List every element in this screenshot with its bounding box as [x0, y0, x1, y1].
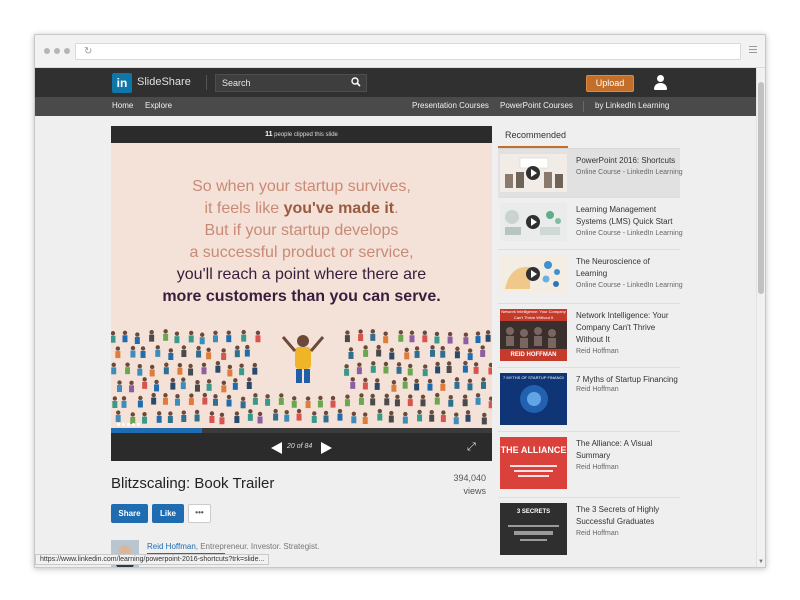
next-slide-icon[interactable]	[321, 442, 332, 454]
slide-dots	[117, 423, 140, 426]
scrollbar[interactable]: ▼	[756, 68, 765, 567]
recommended-title[interactable]: 7 Myths of Startup Financing	[576, 374, 680, 386]
play-icon	[526, 215, 540, 229]
divider	[206, 75, 207, 90]
document-title: Blitzscaling: Book Trailer	[111, 475, 275, 492]
nav-powerpoint-courses[interactable]: PowerPoint Courses	[500, 101, 573, 110]
recommended-title[interactable]: Network Intelligence: Your Company Can't…	[576, 310, 680, 346]
scroll-down-icon[interactable]: ▼	[758, 559, 764, 565]
crowd-illustration	[111, 329, 492, 425]
previous-slide-icon[interactable]	[271, 442, 282, 454]
recommended-author: Reid Hoffman	[576, 530, 619, 537]
presentation-thumbnail: 7 MYTHS OF STARTUP FINANCING	[500, 373, 567, 425]
course-thumbnail	[500, 154, 567, 192]
views-count: 394,040	[453, 473, 486, 483]
page-indicator: 20 of 84	[287, 443, 313, 450]
nav-linkedin-learning[interactable]: by LinkedIn Learning	[595, 101, 669, 110]
like-button[interactable]: Like	[152, 504, 184, 523]
thumbnail-author: REID HOFFMAN	[500, 349, 567, 361]
nav-presentation-courses[interactable]: Presentation Courses	[412, 101, 489, 110]
search-box[interactable]: Search	[215, 74, 367, 92]
browser-window: ↻ in SlideShare Search Upload Home Explo…	[34, 34, 766, 568]
recommended-item[interactable]: THE ALLIANCE The Alliance: A Visual Summ…	[498, 432, 680, 498]
nav-home[interactable]: Home	[112, 101, 133, 110]
recommended-title[interactable]: The 3 Secrets of Highly Successful Gradu…	[576, 504, 680, 528]
search-input[interactable]: Search	[222, 78, 251, 88]
browser-chrome: ↻	[35, 35, 765, 68]
share-button[interactable]: Share	[111, 504, 148, 523]
divider	[583, 101, 584, 112]
recommended-item[interactable]: The Neuroscience of Learning Online Cour…	[498, 250, 683, 304]
recommended-panel: Recommended PowerPoint 2016: Shortcuts O…	[498, 126, 683, 567]
views-label: views	[463, 486, 486, 496]
author-description: , Entrepreneur. Investor. Strategist.	[195, 542, 320, 551]
site-header: in SlideShare Search Upload	[35, 68, 756, 97]
status-url: https://www.linkedin.com/learning/powerp…	[35, 554, 270, 565]
fullscreen-icon[interactable]: ⤢	[467, 441, 476, 454]
recommended-item[interactable]: Learning Management Systems (LMS) Quick …	[498, 198, 683, 250]
thumbnail-title: 7 MYTHS OF STARTUP FINANCING	[503, 375, 564, 380]
upload-button[interactable]: Upload	[586, 75, 634, 92]
presentation-thumbnail: Network Intelligence: Your Company Can't…	[500, 309, 567, 361]
reload-icon[interactable]: ↻	[84, 46, 92, 57]
recommended-source: Online Course - LinkedIn Learning	[576, 169, 683, 176]
thumbnail-title: THE ALLIANCE	[500, 445, 567, 455]
thumbnail-title: Network Intelligence: Your Company Can't…	[500, 309, 567, 321]
play-icon	[526, 267, 540, 281]
user-icon[interactable]	[654, 75, 667, 90]
recommended-title[interactable]: The Alliance: A Visual Summary	[576, 438, 680, 462]
recommended-title[interactable]: Learning Management Systems (LMS) Quick …	[576, 204, 680, 228]
window-controls[interactable]	[44, 48, 70, 54]
play-icon	[526, 166, 540, 180]
clip-count: 11	[265, 131, 273, 138]
slide-controls: 20 of 84 ⤢	[111, 433, 492, 461]
tab-recommended[interactable]: Recommended	[498, 126, 568, 148]
recommended-item[interactable]: PowerPoint 2016: Shortcuts Online Course…	[498, 149, 683, 198]
browser-menu-icon[interactable]	[749, 46, 757, 55]
search-icon[interactable]	[351, 77, 361, 90]
thumbnail-title: 3 SECRETS	[516, 509, 551, 515]
slide-line: But if your startup develops	[204, 222, 399, 239]
recommended-author: Reid Hoffman	[576, 386, 619, 393]
slide-text: So when your startup survives, it feels …	[111, 176, 492, 308]
recommended-source: Online Course - LinkedIn Learning	[576, 282, 683, 289]
recommended-item[interactable]: 3 SECRETS The 3 Secrets of Highly Succes…	[498, 498, 680, 567]
scrollbar-thumb[interactable]	[758, 82, 764, 294]
nav-explore[interactable]: Explore	[145, 101, 172, 110]
clip-text: people clipped this slide	[274, 132, 338, 138]
recommended-item[interactable]: Network Intelligence: Your Company Can't…	[498, 304, 680, 368]
clip-bar: 11 people clipped this slide	[111, 126, 492, 143]
presentation-thumbnail: THE ALLIANCE	[500, 437, 567, 489]
recommended-author: Reid Hoffman	[576, 464, 619, 471]
window-dot[interactable]	[44, 48, 50, 54]
course-thumbnail	[500, 203, 567, 241]
slide-line: it feels like you've made it.	[204, 200, 399, 217]
slide-line: So when your startup survives,	[192, 178, 411, 195]
window-dot[interactable]	[64, 48, 70, 54]
slide-image[interactable]: So when your startup survives, it feels …	[111, 143, 492, 428]
slide-line: a successful product or service,	[189, 244, 414, 261]
author-name-link[interactable]: Reid Hoffman	[147, 542, 196, 551]
slide-player: 11 people clipped this slide So when you…	[111, 126, 492, 461]
linkedin-logo[interactable]: in	[112, 73, 132, 93]
recommended-title[interactable]: PowerPoint 2016: Shortcuts	[576, 155, 680, 167]
recommended-source: Online Course - LinkedIn Learning	[576, 230, 683, 237]
recommended-item[interactable]: 7 MYTHS OF STARTUP FINANCING 7 Myths of …	[498, 368, 680, 432]
recommended-title[interactable]: The Neuroscience of Learning	[576, 256, 680, 280]
author-line: Reid Hoffman, Entrepreneur. Investor. St…	[147, 542, 319, 551]
slide-line: you'll reach a point where there are	[176, 266, 427, 283]
presentation-thumbnail: 3 SECRETS	[500, 503, 567, 555]
address-bar[interactable]: ↻	[75, 43, 741, 60]
nav-bar: Home Explore Presentation Courses PowerP…	[35, 97, 756, 116]
recommended-author: Reid Hoffman	[576, 348, 619, 355]
course-thumbnail	[500, 255, 567, 293]
slide-line: more customers than you can serve.	[162, 288, 441, 305]
brand-name[interactable]: SlideShare	[137, 76, 191, 88]
window-dot[interactable]	[54, 48, 60, 54]
more-options-button[interactable]: •••	[188, 504, 211, 523]
